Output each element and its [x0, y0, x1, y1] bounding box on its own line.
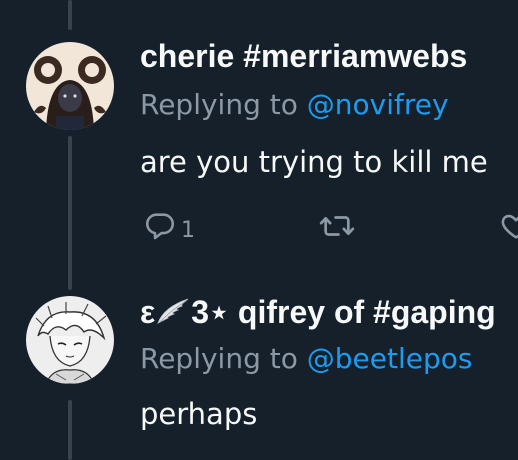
replying-to: Replying to @beetlepos	[140, 342, 472, 376]
retweet-icon	[319, 216, 355, 236]
replying-to-label: Replying to	[140, 88, 307, 121]
retweet-button[interactable]	[318, 206, 356, 246]
display-name-suffix: 3⋆ qifrey of #gaping	[191, 294, 496, 330]
replying-to-label: Replying to	[140, 342, 307, 375]
reply-count: 1	[181, 217, 195, 243]
like-button[interactable]	[498, 206, 518, 246]
wing-icon	[157, 298, 189, 324]
avatar-image	[26, 296, 114, 384]
tweet-text: are you trying to kill me	[140, 145, 488, 179]
reply-thread: cherie #merriamwebs Replying to @novifre…	[0, 0, 518, 460]
reply-button[interactable]: 1	[143, 206, 195, 246]
thread-connector-line	[68, 0, 72, 30]
replying-to: Replying to @novifrey	[140, 88, 449, 122]
display-name[interactable]: cherie #merriamwebs	[140, 38, 467, 74]
tweet-text: perhaps	[140, 397, 258, 431]
display-name[interactable]: ε 3⋆ qifrey of #gaping	[140, 294, 496, 330]
heart-icon	[501, 214, 518, 239]
thread-connector-line	[68, 136, 72, 290]
avatar-image	[26, 42, 114, 130]
mentioned-handle-link[interactable]: @novifrey	[307, 88, 449, 121]
display-name-prefix: ε	[140, 294, 156, 330]
thread-connector-line	[68, 400, 72, 460]
avatar[interactable]	[26, 42, 114, 130]
avatar[interactable]	[26, 296, 114, 384]
mentioned-handle-link[interactable]: @beetlepos	[307, 342, 473, 375]
comment-icon	[145, 213, 175, 240]
